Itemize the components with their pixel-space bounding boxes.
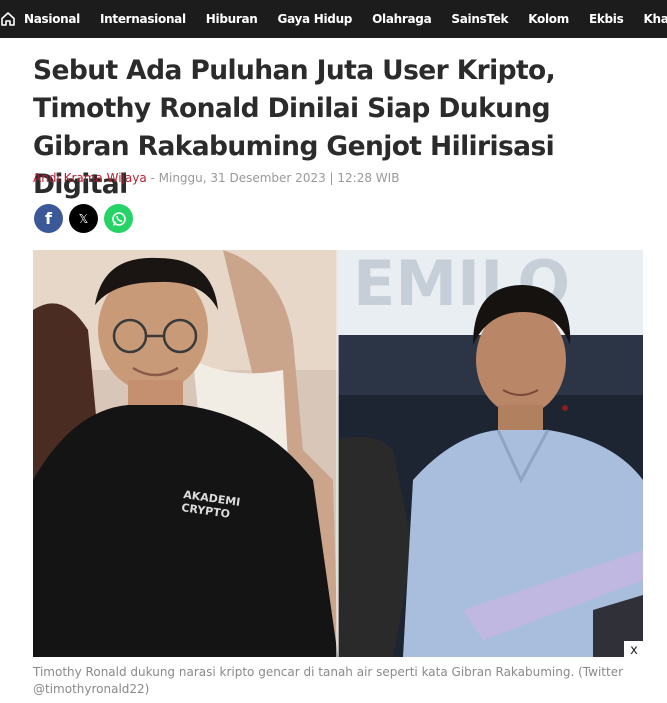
nav-item-khazanah[interactable]: Khaza <box>633 0 667 38</box>
photo-caption: Timothy Ronald dukung narasi kripto genc… <box>33 665 624 696</box>
whatsapp-share-button[interactable] <box>104 204 133 233</box>
x-share-button[interactable]: 𝕏 <box>69 204 98 233</box>
nav-item-gaya-hidup[interactable]: Gaya Hidup <box>268 0 363 38</box>
whatsapp-icon <box>111 211 126 226</box>
nav-item-hiburan[interactable]: Hiburan <box>196 0 268 38</box>
facebook-icon: f <box>45 209 52 228</box>
byline-separator: - <box>146 171 159 185</box>
close-button[interactable]: x <box>624 641 644 661</box>
x-icon: 𝕏 <box>78 211 89 226</box>
nav-item-internasional[interactable]: Internasional <box>90 0 196 38</box>
top-navigation: Nasional Internasional Hiburan Gaya Hidu… <box>0 0 667 38</box>
article-photo: AKADEMI CRYPTO EMILO <box>33 250 643 657</box>
home-icon[interactable] <box>0 0 16 38</box>
author-link[interactable]: Andi Krama Wijaya <box>33 171 147 185</box>
nav-item-olahraga[interactable]: Olahraga <box>362 0 441 38</box>
share-buttons: f 𝕏 <box>34 204 133 233</box>
nav-item-nasional[interactable]: Nasional <box>16 0 90 38</box>
facebook-share-button[interactable]: f <box>34 204 63 233</box>
article-byline: Andi Krama Wijaya - Minggu, 31 Desember … <box>33 171 399 185</box>
nav-item-sainstek[interactable]: SainsTek <box>441 0 518 38</box>
nav-item-kolom[interactable]: Kolom <box>518 0 579 38</box>
nav-item-ekbis[interactable]: Ekbis <box>579 0 634 38</box>
publish-date: Minggu, 31 Desember 2023 | 12:28 WIB <box>158 171 400 185</box>
